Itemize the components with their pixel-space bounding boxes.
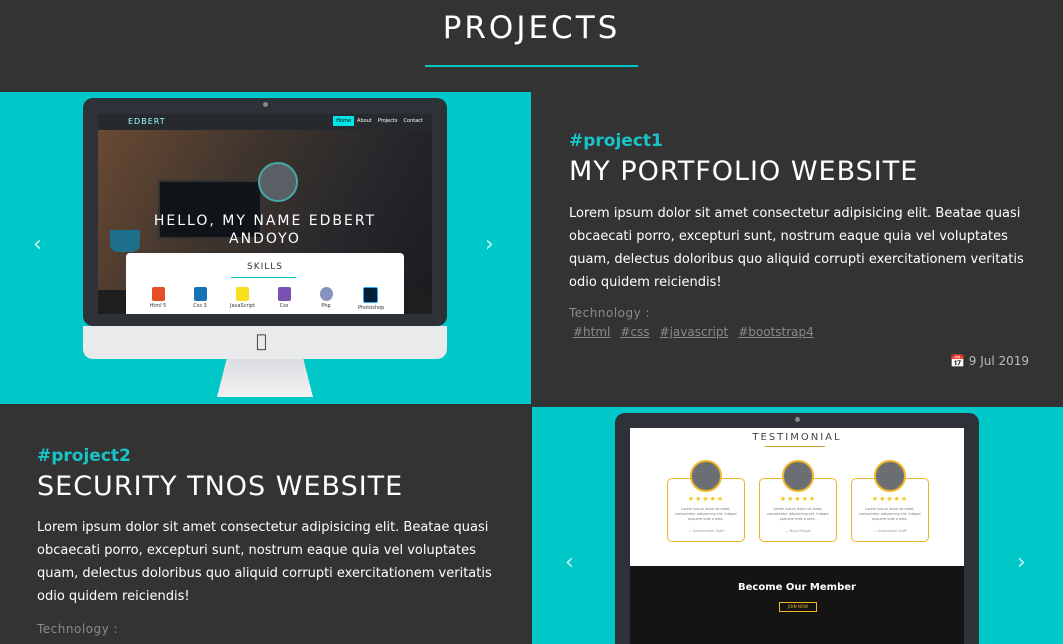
skill-label: Photoshop	[358, 305, 385, 311]
javascript-icon: JavaScript	[230, 287, 256, 309]
preview-nav-home: Home	[333, 116, 355, 126]
rating-stars-icon: ★★★★★	[687, 495, 725, 503]
project-tag: #project2	[37, 446, 131, 466]
imac-mockup: EDBERT Home About Projects Contact HELLO, M…	[83, 98, 447, 398]
next-slide-button[interactable]: ›	[1017, 550, 1026, 575]
php-icon: Php	[314, 287, 338, 309]
preview-nav-contact: Contact	[403, 118, 423, 124]
preview-skills-card: SKILLS Html 5 Css 3 JavaScript Css Php P…	[126, 253, 404, 314]
skills-heading: SKILLS	[246, 262, 283, 272]
project2-info: #project2 SECURITY TNOS WEBSITE Lorem ip…	[0, 404, 531, 644]
project1-row: EDBERT Home About Projects Contact HELLO, M…	[0, 92, 1063, 404]
skill-label: JavaScript	[230, 303, 256, 309]
project-description: Lorem ipsum dolor sit amet consectetur a…	[37, 520, 492, 604]
apple-logo-icon: 	[256, 331, 267, 352]
skill-label: Css	[279, 303, 289, 309]
testimonial-text: Lorem ipsum dolor sit amet, consectetur …	[675, 507, 737, 521]
imac-chin: 	[83, 326, 447, 359]
imac-stand	[217, 359, 313, 397]
preview-nav-projects: Projects	[377, 118, 398, 124]
project1-preview: EDBERT Home About Projects Contact HELLO, M…	[98, 114, 432, 314]
preview-nav-links: Home About Projects Contact	[333, 116, 426, 126]
preview-logo: EDBERT	[128, 117, 166, 126]
project-description: Lorem ipsum dolor sit amet consectetur a…	[569, 206, 1024, 290]
technology-label: Technology :	[37, 622, 119, 636]
project-title: MY PORTFOLIO WEBSITE	[569, 156, 919, 187]
photoshop-icon: Photoshop	[358, 287, 385, 311]
project-title: SECURITY TNOS WEBSITE	[37, 471, 404, 502]
member-heading: Become Our Member	[738, 582, 856, 593]
chevron-left-icon: ‹	[33, 232, 42, 257]
chevron-left-icon: ‹	[565, 550, 574, 575]
testimonial-underline	[765, 446, 825, 447]
skill-label: Php	[321, 303, 331, 309]
page-title: PROJECTS	[442, 10, 621, 46]
tech-tag-javascript[interactable]: #javascript	[660, 325, 729, 339]
project-tag: #project1	[569, 131, 663, 151]
testimonial-author: — Busy People	[785, 529, 811, 533]
hero-line-2: ANDOYO	[229, 231, 301, 247]
calendar-icon: 📅	[950, 354, 965, 368]
date-text: 9 Jul 2019	[968, 354, 1030, 368]
tech-tag-html[interactable]: #html	[573, 325, 610, 339]
testimonial-avatar	[690, 460, 722, 492]
skills-underline	[231, 277, 296, 278]
technology-tags: #html #css #javascript #bootstrap4	[573, 325, 824, 339]
project2-preview: TESTIMONIAL ★★★★★ Lorem ipsum dolor sit …	[630, 428, 964, 644]
html5-icon: Html 5	[146, 287, 170, 309]
testimonial-author: — Government Staff	[688, 529, 724, 533]
skill-label: Html 5	[149, 303, 167, 309]
testimonial-avatar	[782, 460, 814, 492]
testimonial-avatar	[874, 460, 906, 492]
prev-slide-button[interactable]: ‹	[33, 232, 42, 257]
profile-avatar	[258, 162, 298, 202]
title-underline	[425, 65, 638, 67]
join-now-button: JOIN NOW	[779, 602, 817, 612]
testimonial-section: TESTIMONIAL ★★★★★ Lorem ipsum dolor sit …	[630, 428, 964, 644]
preview-hero-title: HELLO, MY NAME EDBERT ANDOYO	[98, 212, 432, 248]
prev-slide-button[interactable]: ‹	[565, 550, 574, 575]
css3-icon: Css 3	[188, 287, 212, 309]
hero-line-1: HELLO, MY NAME EDBERT	[153, 213, 377, 229]
chevron-right-icon: ›	[485, 232, 494, 257]
preview-nav-about: About	[357, 118, 372, 124]
project1-info: #project1 MY PORTFOLIO WEBSITE Lorem ips…	[531, 92, 1063, 404]
skill-label: Css 3	[193, 303, 207, 309]
testimonial-text: Lorem ipsum dolor sit amet, consectetur …	[859, 507, 921, 521]
next-slide-button[interactable]: ›	[485, 232, 494, 257]
technology-label: Technology :	[569, 306, 651, 320]
testimonial-text: Lorem ipsum dolor sit amet, consectetur …	[767, 507, 829, 521]
member-band: Become Our Member JOIN NOW	[630, 566, 964, 644]
chevron-right-icon: ›	[1017, 550, 1026, 575]
project1-carousel: EDBERT Home About Projects Contact HELLO, M…	[0, 92, 531, 404]
testimonial-heading: TESTIMONIAL	[752, 432, 842, 443]
project2-carousel: TESTIMONIAL ★★★★★ Lorem ipsum dolor sit …	[532, 407, 1063, 644]
imac-screen: TESTIMONIAL ★★★★★ Lorem ipsum dolor sit …	[615, 413, 979, 644]
rating-stars-icon: ★★★★★	[871, 495, 909, 503]
projects-header: PROJECTS	[0, 0, 1063, 92]
imac-mockup: TESTIMONIAL ★★★★★ Lorem ipsum dolor sit …	[615, 413, 979, 644]
imac-screen: EDBERT Home About Projects Contact HELLO, M…	[83, 98, 447, 326]
tech-tag-bootstrap4[interactable]: #bootstrap4	[738, 325, 814, 339]
camera-dot	[795, 417, 800, 422]
project2-row: #project2 SECURITY TNOS WEBSITE Lorem ip…	[0, 404, 1063, 644]
project-date: 📅 9 Jul 2019	[950, 354, 1029, 368]
bootstrap-icon: Css	[272, 287, 296, 309]
rating-stars-icon: ★★★★★	[779, 495, 817, 503]
tech-tag-css[interactable]: #css	[620, 325, 649, 339]
preview-navbar: EDBERT Home About Projects Contact	[98, 114, 432, 130]
camera-dot	[263, 102, 268, 107]
testimonial-author: — Associated Staff	[873, 529, 907, 533]
